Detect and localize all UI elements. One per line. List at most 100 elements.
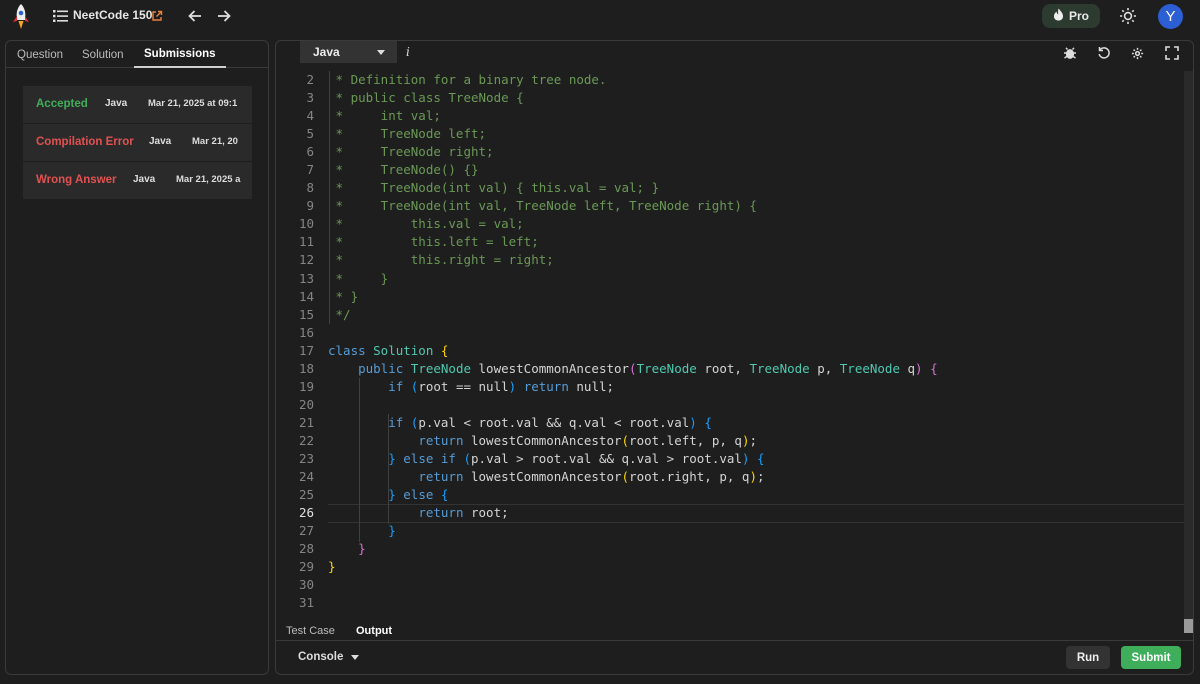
code-token: else [395, 487, 441, 503]
submission-date: Mar 21, 2025 a [176, 174, 241, 185]
line-number: 25 [298, 487, 314, 503]
info-icon[interactable]: i [406, 45, 410, 59]
code-line[interactable]: } [328, 558, 938, 576]
avatar[interactable]: Y [1158, 4, 1183, 29]
code-lines[interactable]: * Definition for a binary tree node. * p… [328, 71, 938, 612]
code-token: lowestCommonAncestor [478, 360, 630, 376]
code-line[interactable]: if (root == null) return null; [328, 378, 938, 396]
code-token: ; [757, 469, 765, 485]
code-line[interactable] [328, 324, 938, 342]
code-line[interactable]: * TreeNode(int val, TreeNode left, TreeN… [328, 197, 938, 215]
submission-status: Wrong Answer [36, 174, 117, 186]
code-token: root == null [418, 378, 509, 394]
code-editor[interactable]: 2 3 4 5 6 7 8 9 10 11 12 13 14 15 16 17 18 19 20 21 22 23 24 25… [276, 71, 1193, 633]
line-number: 6 [306, 144, 314, 160]
line-number-gutter: 2 3 4 5 6 7 8 9 10 11 12 13 14 15 16 17 18 19 20 21 22 23 24 25… [276, 71, 314, 612]
tab-test-case[interactable]: Test Case [286, 625, 335, 637]
code-line[interactable]: return lowestCommonAncestor(root.right, … [328, 468, 938, 486]
code-token: p, [817, 360, 840, 376]
code-line[interactable]: * TreeNode right; [328, 143, 938, 161]
submission-row[interactable]: Wrong Answer Java Mar 21, 2025 a [23, 162, 252, 199]
code-line[interactable]: * this.val = val; [328, 215, 938, 233]
code-line[interactable]: } [328, 522, 938, 540]
code-line[interactable]: * TreeNode() {} [328, 161, 938, 179]
bug-icon[interactable] [1063, 46, 1077, 60]
vertical-scrollbar[interactable] [1184, 71, 1193, 619]
tab-question[interactable]: Question [17, 41, 63, 68]
reset-icon[interactable] [1097, 46, 1111, 60]
rocket-logo-icon[interactable] [10, 3, 32, 31]
code-line[interactable]: */ [328, 306, 938, 324]
arrow-left-icon[interactable] [186, 7, 204, 25]
code-line[interactable]: * TreeNode(int val) { this.val = val; } [328, 179, 938, 197]
submission-row[interactable]: Compilation Error Java Mar 21, 20 [23, 124, 252, 161]
submission-row[interactable]: Accepted Java Mar 21, 2025 at 09:1 [23, 86, 252, 123]
list-icon[interactable] [53, 9, 68, 23]
arrow-right-icon[interactable] [215, 7, 233, 25]
chevron-down-icon [377, 50, 385, 55]
problem-panel: Question Solution Submissions Accepted J… [5, 40, 269, 675]
code-token: ) [689, 414, 697, 430]
flame-icon [1053, 8, 1064, 24]
code-line[interactable]: * TreeNode left; [328, 125, 938, 143]
gear-icon[interactable] [1131, 47, 1145, 61]
code-line[interactable] [328, 594, 938, 612]
code-line[interactable]: class Solution { [328, 342, 938, 360]
code-token: root.right, p, q [629, 469, 750, 485]
tab-output[interactable]: Output [356, 625, 392, 637]
code-token: ( [629, 360, 637, 376]
console-toggle[interactable]: Console [298, 651, 360, 663]
code-token: root; [471, 505, 509, 521]
code-line[interactable]: * } [328, 270, 938, 288]
tab-solution[interactable]: Solution [82, 41, 124, 68]
code-line[interactable]: } else { [328, 486, 938, 504]
chevron-down-icon [351, 654, 360, 660]
pro-button[interactable]: Pro [1042, 4, 1100, 28]
code-line[interactable]: return root; [328, 504, 938, 522]
run-button[interactable]: Run [1066, 646, 1110, 669]
code-line[interactable]: * } [328, 288, 938, 306]
code-token: lowestCommonAncestor [471, 469, 622, 485]
code-line[interactable]: * Definition for a binary tree node. [328, 71, 938, 89]
code-line[interactable]: * this.right = right; [328, 251, 938, 269]
line-number: 18 [298, 360, 314, 376]
code-line[interactable]: if (p.val < root.val && q.val < root.val… [328, 414, 938, 432]
code-token: * int val; [328, 108, 441, 124]
code-token: if [388, 414, 411, 430]
problem-tabs: Question Solution Submissions [6, 41, 268, 68]
code-line[interactable]: } [328, 540, 938, 558]
code-line[interactable]: return lowestCommonAncestor(root.left, p… [328, 432, 938, 450]
code-line[interactable]: * this.left = left; [328, 233, 938, 251]
code-token: return [418, 469, 471, 485]
line-number: 11 [298, 234, 314, 250]
external-link-icon[interactable] [151, 10, 163, 22]
problem-list-title[interactable]: NeetCode 150 [73, 8, 152, 22]
code-token: p.val < root.val && q.val < root.val [418, 414, 690, 430]
submit-button[interactable]: Submit [1121, 646, 1181, 669]
code-token: * public class TreeNode { [328, 90, 524, 106]
code-line[interactable] [328, 576, 938, 594]
editor-toolbar: Java i [276, 41, 1193, 71]
line-number: 13 [298, 270, 314, 286]
sun-icon[interactable] [1118, 6, 1138, 26]
code-token: * } [328, 270, 389, 286]
code-line[interactable]: * int val; [328, 107, 938, 125]
top-bar: NeetCode 150 Pro Y [0, 0, 1200, 34]
fullscreen-icon[interactable] [1165, 46, 1179, 60]
code-token: */ [328, 306, 351, 322]
code-token: TreeNode [839, 360, 908, 376]
language-select-value: Java [313, 45, 340, 59]
code-line[interactable]: * public class TreeNode { [328, 89, 938, 107]
code-token: ( [621, 432, 630, 448]
code-token: * this.right = right; [328, 252, 554, 268]
language-select[interactable]: Java [300, 41, 397, 63]
code-line[interactable] [328, 396, 938, 414]
code-line[interactable]: public TreeNode lowestCommonAncestor(Tre… [328, 360, 938, 378]
tab-submissions[interactable]: Submissions [134, 41, 226, 68]
code-line[interactable]: } else if (p.val > root.val && q.val > r… [328, 450, 938, 468]
line-number: 15 [298, 306, 314, 322]
